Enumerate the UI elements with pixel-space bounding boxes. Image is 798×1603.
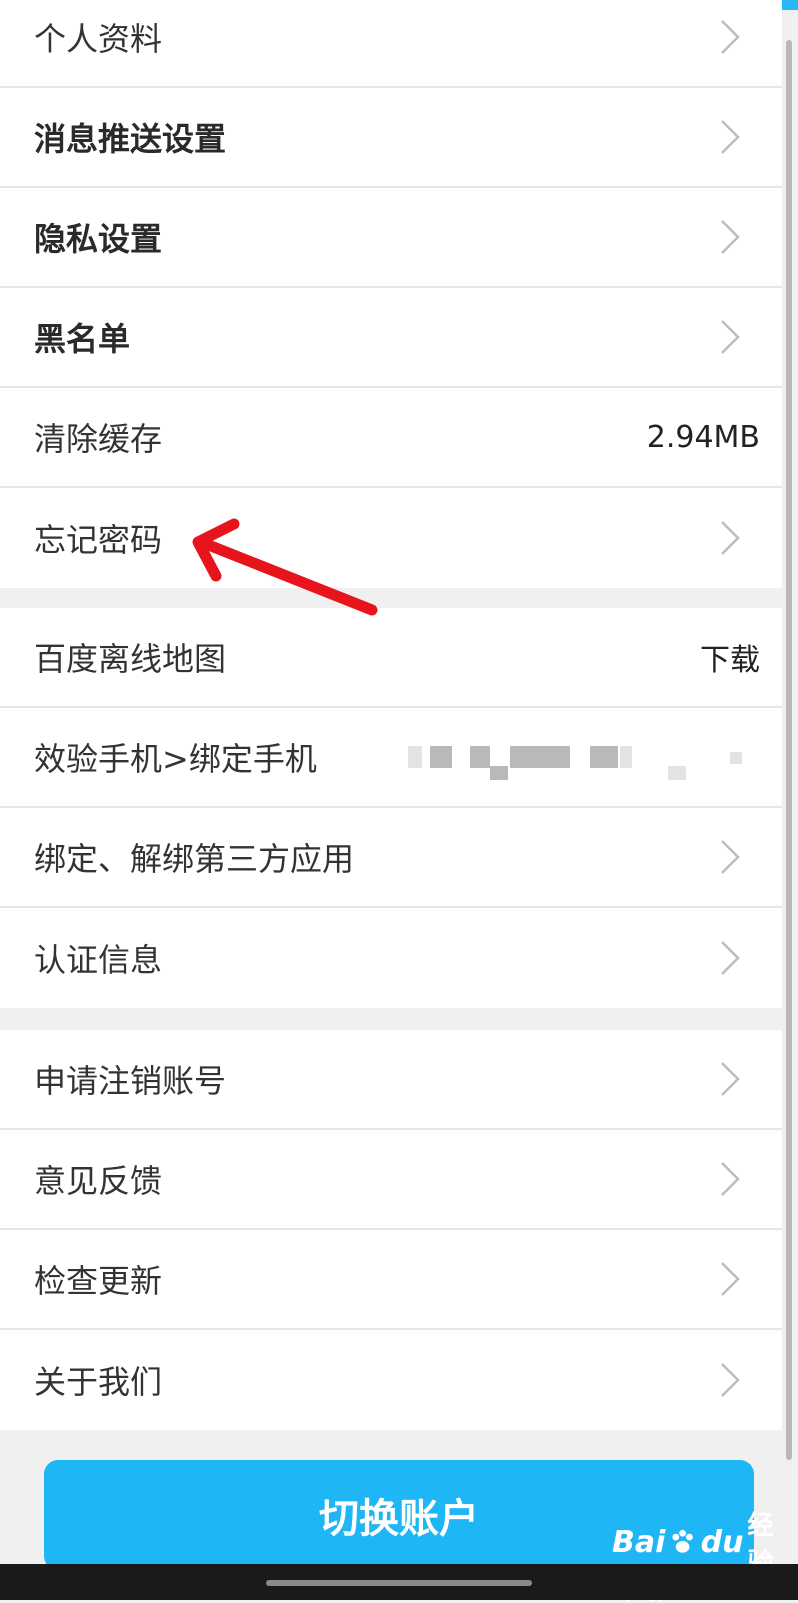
row-label: 申请注销账号 (34, 1062, 227, 1100)
chevron-right-icon (721, 320, 740, 354)
row-label: 意见反馈 (34, 1162, 163, 1200)
settings-row-forgot-password[interactable]: 忘记密码 (0, 488, 782, 588)
chevron-right-icon (721, 941, 740, 975)
row-label: 消息推送设置 (34, 120, 227, 158)
settings-row-check-update[interactable]: 检查更新 (0, 1230, 782, 1330)
settings-row-about-us[interactable]: 关于我们 (0, 1330, 782, 1430)
watermark-brand-left: Bai (612, 1524, 666, 1560)
settings-row-offline-map[interactable]: 百度离线地图 下载 (0, 608, 782, 708)
watermark-brand-right: du (700, 1524, 744, 1560)
row-label: 效验手机>绑定手机 (34, 740, 317, 778)
settings-row-cancel-account[interactable]: 申请注销账号 (0, 1030, 782, 1130)
chevron-right-icon (721, 1262, 740, 1296)
cache-size-value: 2.94MB (646, 419, 760, 455)
chevron-right-icon (721, 1162, 740, 1196)
chevron-right-icon (721, 120, 740, 154)
settings-group-binding: 百度离线地图 下载 效验手机>绑定手机 绑定、解绑第三方应用 认证信息 (0, 608, 782, 1008)
settings-group-misc: 申请注销账号 意见反馈 检查更新 关于我们 (0, 1030, 782, 1430)
chevron-right-icon (721, 20, 740, 54)
chevron-right-icon (721, 220, 740, 254)
row-label: 检查更新 (34, 1262, 163, 1300)
download-link[interactable]: 下载 (700, 635, 760, 679)
paw-icon (672, 1529, 694, 1553)
settings-row-blacklist[interactable]: 黑名单 (0, 288, 782, 388)
settings-row-third-party[interactable]: 绑定、解绑第三方应用 (0, 808, 782, 908)
settings-row-privacy[interactable]: 隐私设置 (0, 188, 782, 288)
chevron-right-icon (721, 840, 740, 874)
row-label: 认证信息 (34, 941, 163, 979)
row-label: 隐私设置 (34, 220, 163, 258)
row-label: 绑定、解绑第三方应用 (34, 840, 355, 878)
settings-row-certification[interactable]: 认证信息 (0, 908, 782, 1008)
settings-row-clear-cache[interactable]: 清除缓存 2.94MB (0, 388, 782, 488)
chevron-right-icon (721, 521, 740, 555)
system-navigation-bar (0, 1564, 798, 1600)
scrollbar[interactable] (786, 40, 792, 1460)
home-gesture-handle[interactable] (266, 1580, 532, 1586)
chevron-right-icon (721, 1062, 740, 1096)
row-label: 黑名单 (34, 320, 131, 358)
red-annotation-arrow-icon (192, 518, 378, 616)
row-label: 百度离线地图 (34, 640, 227, 678)
settings-group-account: 个人资料 消息推送设置 隐私设置 黑名单 清除缓存 2.94MB 忘记密码 (0, 0, 782, 588)
settings-row-profile[interactable]: 个人资料 (0, 0, 782, 88)
row-label: 忘记密码 (34, 521, 163, 559)
chevron-right-icon (721, 1363, 740, 1397)
settings-row-feedback[interactable]: 意见反馈 (0, 1130, 782, 1230)
settings-row-push[interactable]: 消息推送设置 (0, 88, 782, 188)
row-label: 个人资料 (34, 20, 163, 58)
row-label: 清除缓存 (34, 420, 163, 458)
settings-row-verify-phone[interactable]: 效验手机>绑定手机 (0, 708, 782, 808)
row-label: 关于我们 (34, 1363, 163, 1401)
